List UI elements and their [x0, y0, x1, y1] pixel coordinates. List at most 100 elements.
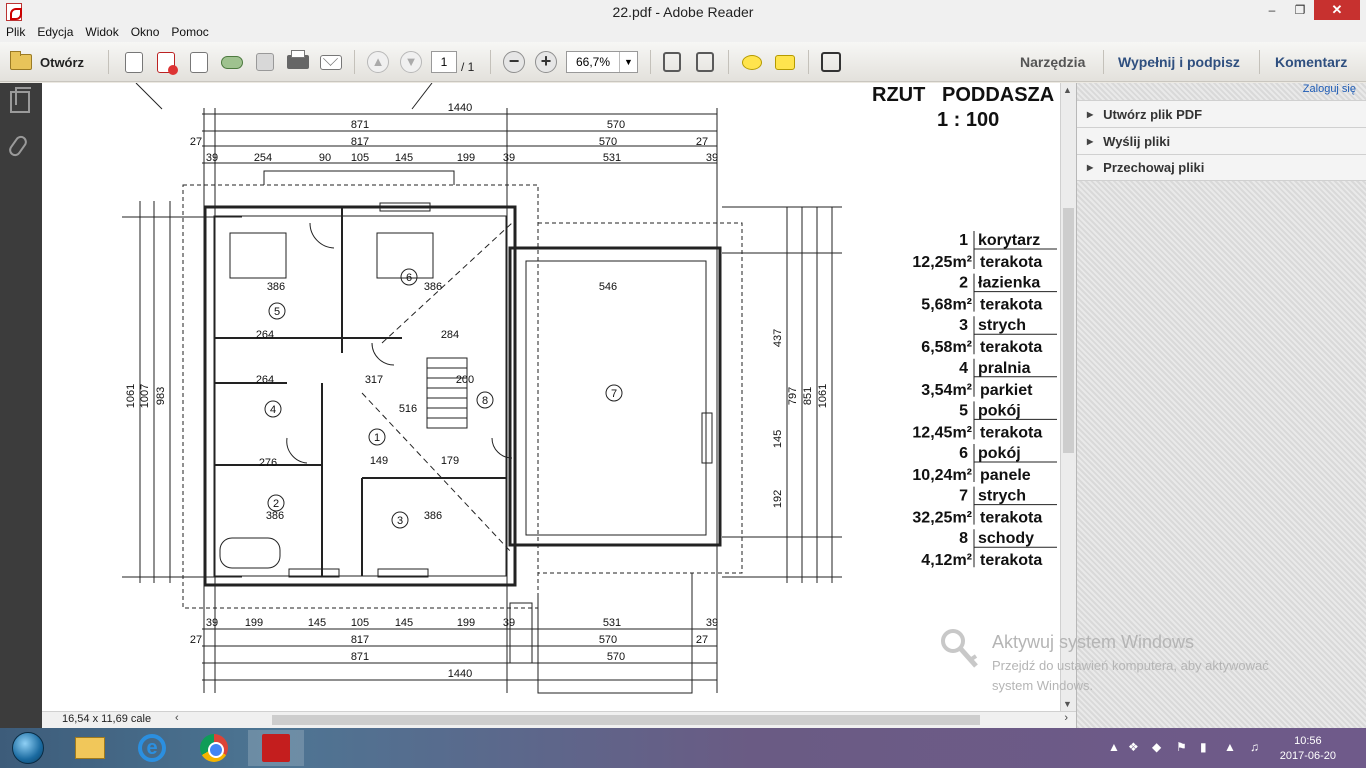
fill-sign-pane-link[interactable]: Wypełnij i podpisz	[1118, 54, 1240, 70]
highlight-button[interactable]	[772, 49, 798, 75]
page-number-input[interactable]: 1	[431, 51, 457, 73]
create-pdf-button[interactable]	[121, 49, 147, 75]
folder-icon	[10, 51, 32, 70]
dim-bot-39c: 39	[706, 617, 718, 629]
close-button[interactable]: ✕	[1314, 0, 1360, 20]
print-button[interactable]	[285, 49, 311, 75]
status-bar: 16,54 x 11,69 cale ‹ ›	[42, 711, 1076, 728]
dim-top-199: 199	[457, 152, 475, 164]
room-area: 3,54m²	[921, 382, 972, 399]
dim-top-817: 817	[351, 136, 369, 148]
zoom-out-button[interactable]: −	[501, 49, 527, 75]
inner-dim: 179	[441, 455, 459, 467]
expand-triangle-icon: ▶	[1087, 109, 1094, 119]
room-name: strych	[978, 488, 1026, 505]
scroll-left-arrow-icon[interactable]: ‹	[175, 712, 179, 724]
open-button-label: Otwórz	[40, 54, 85, 70]
room-number: 6	[959, 445, 968, 462]
scroll-down-arrow-icon[interactable]: ▼	[1063, 699, 1072, 709]
page-total: / 1	[461, 60, 475, 74]
document-view[interactable]: 12 34 56 78 1440 871 570 27 817 570 27 3…	[42, 83, 1060, 711]
dim-bot-1440: 1440	[448, 668, 472, 680]
pdf-export-button[interactable]	[153, 49, 179, 75]
page-thumbnails-icon[interactable]	[10, 87, 31, 113]
dim-top-570: 570	[607, 119, 625, 131]
minimize-button[interactable]: –	[1258, 0, 1286, 20]
printer-icon	[287, 50, 309, 69]
dim-top-570b: 570	[599, 136, 617, 148]
taskbar-explorer[interactable]	[62, 730, 118, 766]
edit-button[interactable]	[186, 49, 212, 75]
watermark-title: Aktywuj system Windows	[992, 632, 1195, 652]
scroll-up-arrow-icon[interactable]: ▲	[1063, 85, 1072, 95]
paperclip-icon[interactable]	[6, 133, 30, 159]
room-name: schody	[978, 530, 1034, 547]
vertical-scroll-thumb[interactable]	[1063, 208, 1074, 453]
toolbar-divider	[728, 50, 729, 74]
clock-time: 10:56	[1294, 735, 1322, 747]
save-button[interactable]	[252, 49, 278, 75]
arrow-down-icon: ▼	[400, 51, 422, 73]
comment-pane-link[interactable]: Komentarz	[1275, 54, 1347, 70]
menu-okno[interactable]: Okno	[125, 24, 166, 39]
full-screen-button[interactable]	[818, 49, 844, 75]
scroll-right-arrow-icon[interactable]: ›	[1064, 712, 1068, 724]
flag-icon[interactable]: ⚑	[1176, 740, 1187, 754]
send-files-section[interactable]: ▶ Wyślij pliki	[1077, 127, 1366, 154]
previous-page-button[interactable]: ▲	[365, 49, 391, 75]
taskbar-ie[interactable]: e	[124, 730, 180, 766]
menu-pomoc[interactable]: Pomoc	[165, 24, 214, 39]
dim-top-254: 254	[254, 152, 272, 164]
store-files-section[interactable]: ▶ Przechowaj pliki	[1077, 154, 1366, 181]
zoom-level-select[interactable]: 66,7% ▼	[566, 51, 638, 73]
battery-icon[interactable]: ▮	[1200, 740, 1207, 754]
menu-edycja[interactable]: Edycja	[31, 24, 79, 39]
taskbar-chrome[interactable]	[186, 730, 242, 766]
drawing-title: RZUT PODDASZA	[872, 84, 1054, 106]
dim-top-90: 90	[319, 152, 331, 164]
signal-icon[interactable]: ▲	[1224, 740, 1236, 754]
taskbar-adobe-reader[interactable]	[248, 730, 304, 766]
upload-button[interactable]	[219, 49, 245, 75]
toolbar-divider	[650, 50, 651, 74]
room-floor: terakota	[980, 254, 1042, 271]
toolbar: Otwórz ▲ ▼ 1 / 1 − + 66,7% ▼ Narzędzia W…	[0, 42, 1366, 82]
dim-bot-27: 27	[190, 634, 202, 646]
file-explorer-icon	[75, 737, 105, 759]
vertical-scrollbar[interactable]: ▲ ▼	[1060, 83, 1076, 711]
room-number: 8	[959, 530, 968, 547]
inner-dim: 264	[256, 374, 274, 386]
security-shield-icon[interactable]: ◆	[1152, 740, 1161, 754]
room-floor: terakota	[980, 339, 1042, 356]
email-button[interactable]	[318, 49, 344, 75]
dim-top-27: 27	[190, 136, 202, 148]
fit-page-button[interactable]	[659, 49, 685, 75]
tools-pane-link[interactable]: Narzędzia	[1020, 54, 1085, 70]
login-link[interactable]: Zaloguj się	[1303, 83, 1356, 95]
fit-width-button[interactable]	[692, 49, 718, 75]
dim-bot-39: 39	[206, 617, 218, 629]
start-button[interactable]	[0, 730, 56, 766]
dim-right-851: 851	[802, 387, 814, 405]
horizontal-scroll-thumb[interactable]	[272, 715, 980, 725]
network-status-icon[interactable]: ❖	[1128, 740, 1139, 754]
next-page-button[interactable]: ▼	[398, 49, 424, 75]
maximize-button[interactable]: ❐	[1286, 0, 1314, 20]
menu-plik[interactable]: Plik	[0, 24, 31, 39]
section-label: Wyślij pliki	[1103, 133, 1171, 149]
dim-top-39c: 39	[706, 152, 718, 164]
volume-icon[interactable]: ♫	[1250, 740, 1259, 754]
section-label: Utwórz plik PDF	[1103, 106, 1203, 122]
dim-bot-199b: 199	[457, 617, 475, 629]
tray-up-arrow-icon[interactable]: ▲	[1108, 740, 1120, 754]
system-clock[interactable]: 10:56 2017-06-20	[1280, 734, 1336, 764]
zoom-in-button[interactable]: +	[533, 49, 559, 75]
svg-text:3: 3	[397, 515, 403, 527]
menu-widok[interactable]: Widok	[79, 24, 124, 39]
sticky-note-button[interactable]	[739, 49, 765, 75]
dim-left-1061: 1061	[125, 384, 137, 408]
open-button[interactable]: Otwórz	[6, 49, 96, 75]
toolbar-divider	[108, 50, 109, 74]
create-pdf-section[interactable]: ▶ Utwórz plik PDF	[1077, 100, 1366, 127]
section-label: Przechowaj pliki	[1103, 160, 1205, 175]
